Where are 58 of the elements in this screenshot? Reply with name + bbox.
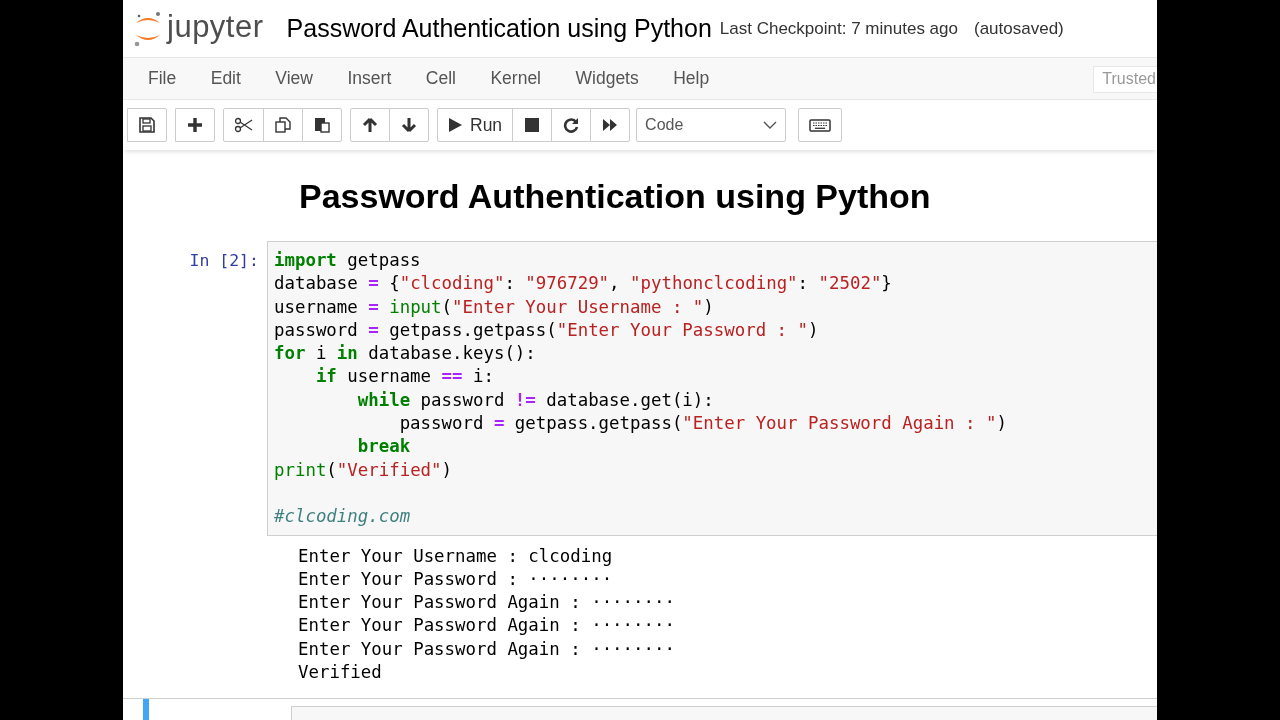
cut-button[interactable] — [223, 108, 264, 142]
play-icon — [448, 117, 462, 133]
add-button[interactable] — [175, 108, 215, 142]
cell-type-dropdown[interactable]: Code — [636, 108, 787, 142]
paste-icon — [314, 117, 330, 133]
autosave-status: (autosaved) — [974, 18, 1064, 39]
code-line: print("Verified") — [274, 458, 454, 482]
code-line: username = input("Enter Your Username : ") — [274, 295, 715, 319]
code-line: while password != database.get(i): — [356, 388, 715, 412]
chevron-down-icon — [763, 120, 778, 130]
code-line: import getpass — [274, 249, 422, 272]
menu-item[interactable]: Kernel — [476, 68, 555, 89]
output-line: Enter Your Username : clcoding — [298, 544, 614, 568]
logo-wordmark: jupyter — [167, 8, 264, 45]
save-icon — [139, 117, 155, 133]
code-line: for i in database.keys(): — [274, 342, 537, 366]
arrow-down-icon — [401, 117, 417, 133]
fast-forward-icon — [602, 117, 619, 133]
down-button[interactable] — [389, 108, 429, 142]
cell-prompt: In [2]: — [188, 250, 260, 272]
keyboard-button[interactable] — [798, 108, 843, 142]
code-line: password = getpass.getpass("Enter Your Password Again : ") — [398, 412, 1008, 436]
output-line: Enter Your Password Again : ········ — [298, 614, 676, 638]
menu-item[interactable]: Edit — [196, 68, 255, 89]
output-line: Enter Your Password Again : ········ — [298, 637, 676, 661]
arrow-up-icon — [362, 117, 378, 133]
code-line: database = {"clcoding": "976729", "pythonclcoding": "2502"} — [274, 272, 893, 296]
menu-item[interactable]: View — [261, 68, 327, 89]
stop-button[interactable] — [512, 108, 553, 142]
scissors-icon — [234, 117, 253, 133]
notebook-heading: Password Authentication using Python — [299, 177, 932, 216]
checkpoint-text: Last Checkpoint: 7 minutes ago — [719, 18, 958, 39]
menu-item[interactable]: File — [134, 68, 191, 89]
output-line: Enter Your Password : ········ — [298, 567, 614, 591]
menu-item[interactable]: Insert — [333, 68, 406, 89]
fast-forward-button[interactable] — [590, 108, 631, 142]
menu-item[interactable]: Widgets — [561, 68, 653, 89]
up-button[interactable] — [350, 108, 390, 142]
save-button[interactable] — [127, 108, 167, 142]
code-line: #clcoding.com — [274, 505, 412, 529]
run-button[interactable]: Run — [437, 108, 514, 142]
paste-button[interactable] — [302, 108, 342, 142]
restart-icon — [563, 117, 580, 133]
stop-icon — [524, 117, 541, 133]
notebook-title[interactable]: Password Authentication using Python — [286, 14, 712, 43]
code-line: if username == i: — [314, 365, 495, 389]
restart-button[interactable] — [551, 108, 592, 142]
menu-item[interactable]: Cell — [411, 68, 470, 89]
code-line: break — [356, 435, 412, 459]
output-line: Enter Your Password Again : ········ — [298, 591, 676, 615]
code-input-area[interactable] — [267, 241, 1157, 536]
output-line: Verified — [298, 661, 383, 685]
copy-icon — [275, 117, 291, 133]
code-line: password = getpass.getpass("Enter Your Password : ") — [274, 318, 820, 342]
copy-button[interactable] — [263, 108, 303, 142]
menu-item[interactable]: Help — [659, 68, 724, 89]
plus-icon — [187, 117, 203, 133]
keyboard-icon — [809, 118, 832, 132]
